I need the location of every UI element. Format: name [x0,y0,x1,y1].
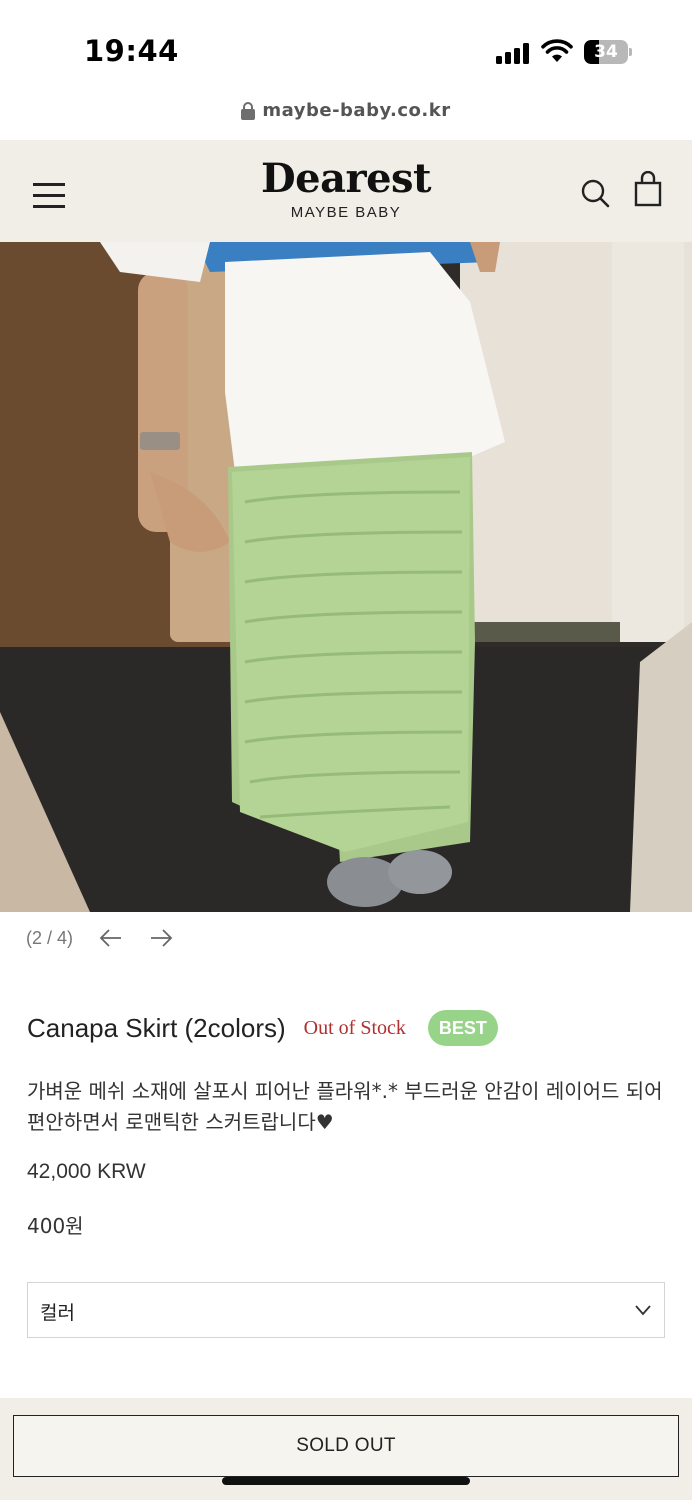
wifi-icon [541,39,573,62]
arrow-right-icon[interactable] [149,929,173,947]
status-time: 19:44 [84,34,179,68]
best-badge: BEST [427,1010,498,1046]
address-bar[interactable]: maybe-baby.co.kr [0,100,692,130]
shopping-bag-icon[interactable] [634,171,662,207]
product-title: Canapa Skirt (2colors) [27,1012,286,1043]
reward-points: 400원 [27,1214,84,1238]
home-indicator[interactable] [222,1477,470,1485]
option-label: 컬러 [40,1302,75,1324]
product-photo [0,242,692,912]
cellular-signal-icon [496,42,532,64]
product-title-row: Canapa Skirt (2colors) Out of Stock BEST [27,1010,498,1046]
url-text: maybe-baby.co.kr [262,100,451,121]
search-icon[interactable] [580,178,610,208]
product-image[interactable] [0,242,692,912]
site-header: Dearest MAYBE BABY [0,140,692,242]
chevron-down-icon [635,1305,651,1316]
image-counter: (2 / 4) [26,927,74,948]
image-pager: (2 / 4) [26,925,173,951]
sold-out-button[interactable]: SOLD OUT [13,1415,679,1477]
product-description: 가벼운 메쉬 소재에 살포시 피어난 플라워*.* 부드러운 안감이 레이어드 … [27,1079,663,1134]
color-option-select[interactable]: 컬러 [27,1282,665,1338]
battery-level: 34 [594,42,618,62]
stock-status: Out of Stock [303,1016,406,1039]
product-price: 42,000 KRW [27,1160,146,1183]
status-bar: 19:44 34 [0,0,692,95]
arrow-left-icon[interactable] [99,929,123,947]
battery-icon: 34 [584,40,632,64]
lock-icon [241,101,256,120]
